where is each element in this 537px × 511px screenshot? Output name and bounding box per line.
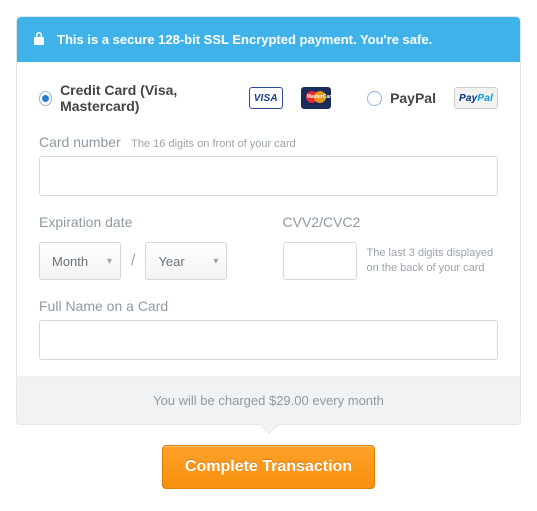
payment-form: This is a secure 128-bit SSL Encrypted p… [16, 16, 521, 425]
credit-card-option[interactable]: Credit Card (Visa, Mastercard) [39, 82, 231, 114]
card-number-field: Card number The 16 digits on front of yo… [39, 134, 498, 196]
form-body: Credit Card (Visa, Mastercard) VISA Mast… [17, 62, 520, 376]
expiration-field: Expiration date Month ▾ / Year ▾ [39, 214, 255, 280]
credit-card-option-label: Credit Card (Visa, Mastercard) [60, 82, 231, 114]
cvv-label: CVV2/CVC2 [283, 214, 361, 230]
cvv-input[interactable] [283, 242, 357, 280]
card-number-input[interactable] [39, 156, 498, 196]
expiration-month-value: Month [52, 254, 88, 269]
expiration-label: Expiration date [39, 214, 132, 230]
radio-paypal[interactable] [367, 91, 382, 106]
lock-icon [33, 31, 45, 48]
cvv-field: CVV2/CVC2 The last 3 digits displayed on… [283, 214, 499, 280]
card-number-label: Card number [39, 134, 121, 150]
paypal-option[interactable]: PayPal [367, 90, 436, 106]
complete-transaction-button[interactable]: Complete Transaction [162, 445, 375, 489]
paypal-icon: PayPal [454, 87, 498, 109]
chevron-down-icon: ▾ [213, 256, 218, 267]
payment-method-row: Credit Card (Visa, Mastercard) VISA Mast… [39, 82, 498, 114]
chevron-down-icon: ▾ [107, 256, 112, 267]
security-banner: This is a secure 128-bit SSL Encrypted p… [17, 17, 520, 62]
visa-icon: VISA [249, 87, 283, 109]
charge-notice: You will be charged $29.00 every month [17, 376, 520, 424]
paypal-option-label: PayPal [390, 90, 436, 106]
expiration-month-select[interactable]: Month ▾ [39, 242, 121, 280]
security-banner-text: This is a secure 128-bit SSL Encrypted p… [57, 32, 432, 47]
card-number-hint: The 16 digits on front of your card [131, 138, 295, 150]
full-name-input[interactable] [39, 320, 498, 360]
expiration-year-select[interactable]: Year ▾ [145, 242, 227, 280]
cvv-hint: The last 3 digits displayed on the back … [367, 246, 499, 276]
expiration-separator: / [131, 252, 135, 270]
mastercard-icon: MasterCard [301, 87, 331, 109]
charge-notice-text: You will be charged $29.00 every month [153, 393, 384, 408]
expiration-year-value: Year [158, 254, 184, 269]
full-name-field: Full Name on a Card [39, 298, 498, 360]
radio-credit-card[interactable] [39, 91, 52, 106]
submit-wrap: Complete Transaction [16, 445, 521, 489]
full-name-label: Full Name on a Card [39, 298, 168, 314]
